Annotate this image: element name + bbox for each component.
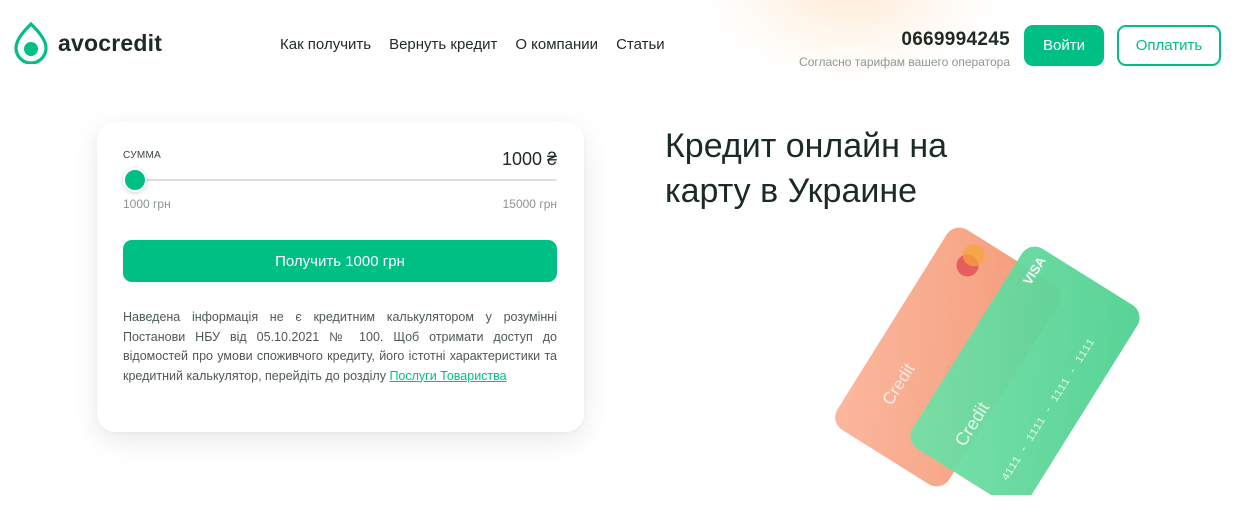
nav-item-articles[interactable]: Статьи (616, 36, 665, 53)
amount-slider[interactable] (123, 168, 557, 192)
logo-text: avocredit (58, 29, 163, 56)
range-min-label: 1000 грн (123, 197, 171, 211)
avocado-logo-icon (14, 22, 48, 64)
pay-button[interactable]: Оплатить (1117, 25, 1221, 66)
credit-cards-illustration: Credit VISA Credit 4111 - 1111 - 1111 - … (835, 227, 1140, 495)
phone-number[interactable]: 0669994245 (799, 29, 1010, 51)
slider-thumb[interactable] (123, 168, 147, 192)
disclaimer: Наведена інформація не є кредитним кальк… (123, 308, 557, 386)
nav-item-how-to-get[interactable]: Как получить (280, 36, 371, 53)
nav-item-repay-credit[interactable]: Вернуть кредит (389, 36, 497, 53)
logo[interactable]: avocredit (14, 22, 162, 64)
range-max-label: 15000 грн (502, 197, 557, 211)
main-nav: Как получить Вернуть кредит О компании С… (280, 36, 683, 53)
nav-item-about-company[interactable]: О компании (515, 36, 598, 53)
company-services-link[interactable]: Послуги Товариства (389, 369, 506, 383)
login-button[interactable]: Войти (1024, 25, 1104, 66)
hero-title: Кредит онлайн на карту в Украине (665, 127, 948, 210)
phone-block: 0669994245 Согласно тарифам вашего опера… (799, 29, 1010, 69)
sum-value: 1000 ₴ (501, 149, 557, 169)
sum-label: СУММА (123, 150, 162, 161)
loan-calculator-card: СУММА 1000 ₴ 1000 грн 15000 грн Получить… (97, 122, 584, 432)
phone-note: Согласно тарифам вашего оператора (799, 55, 1010, 69)
get-loan-button[interactable]: Получить 1000 грн (123, 240, 557, 282)
